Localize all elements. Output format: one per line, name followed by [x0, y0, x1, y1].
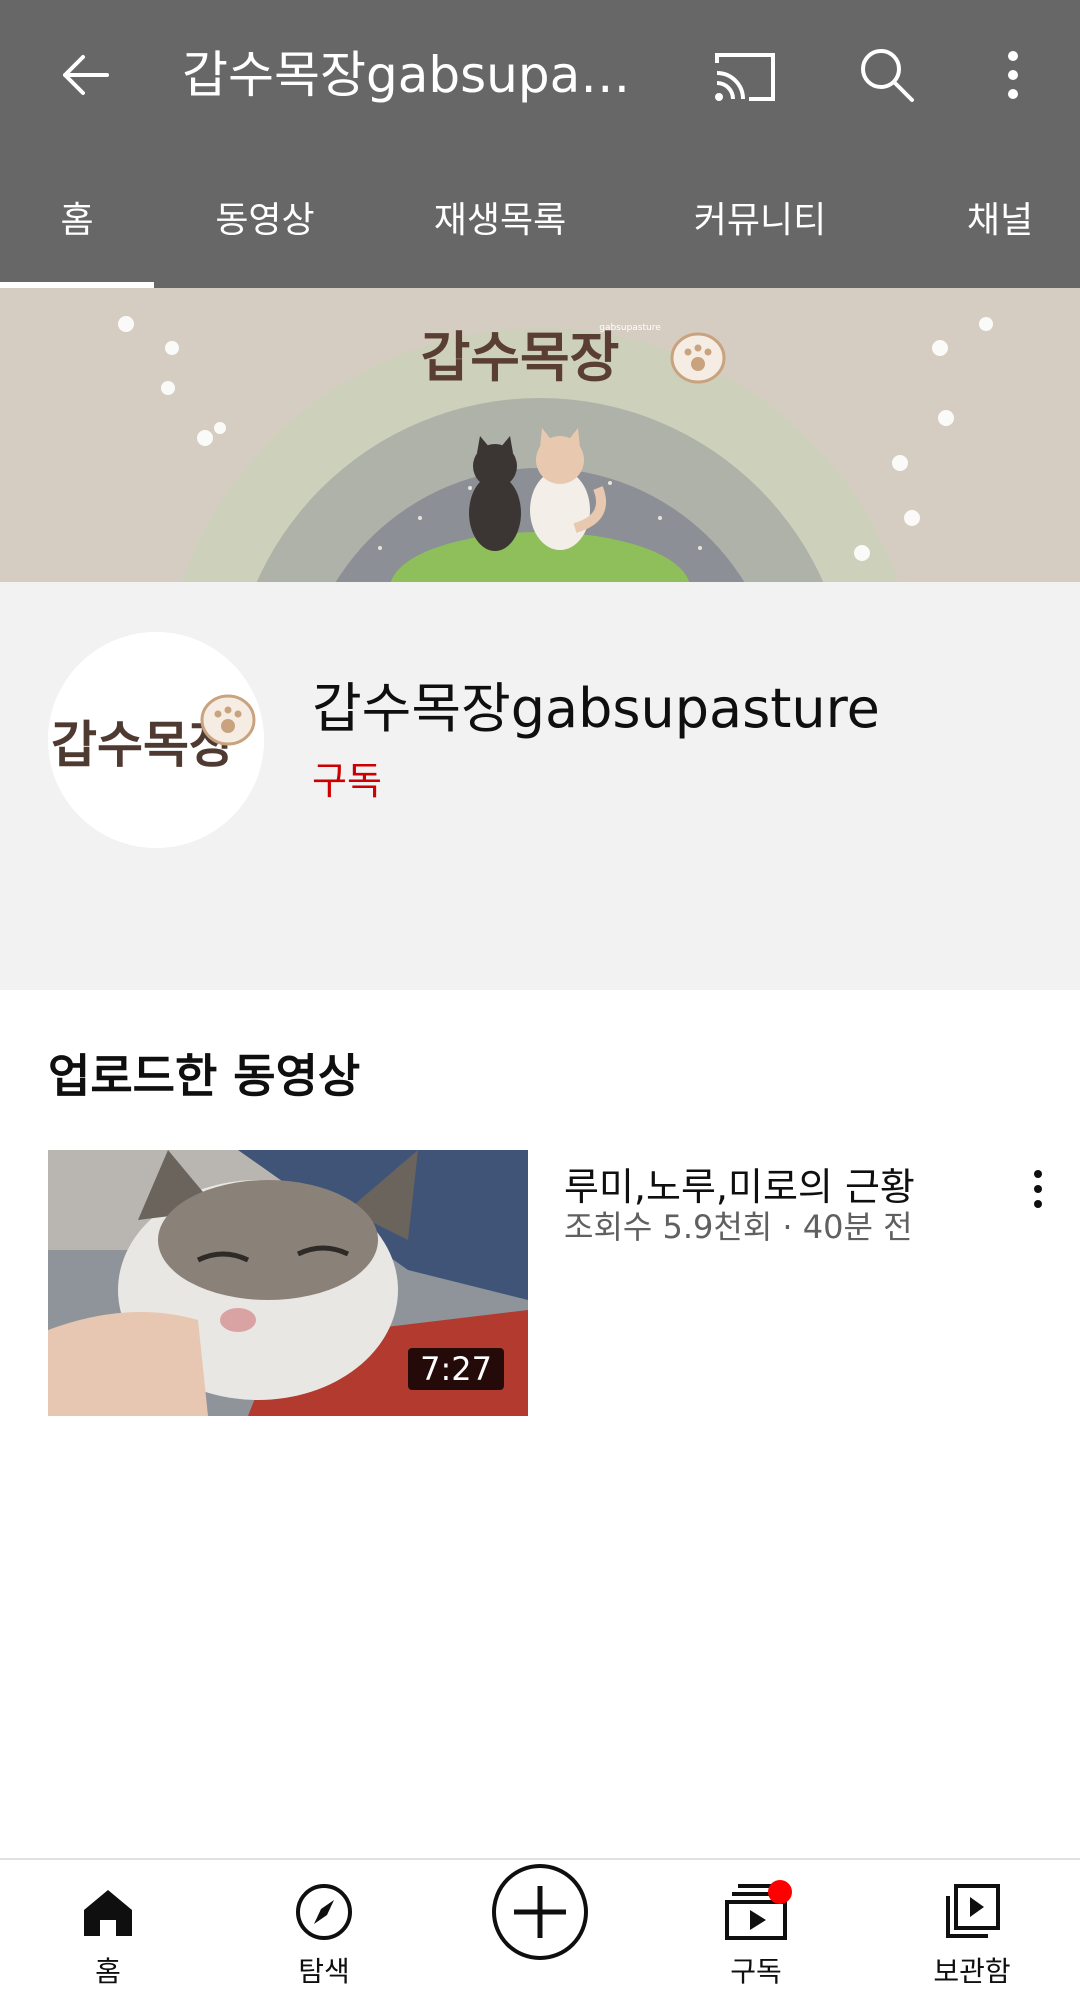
tab-channels[interactable]: 채널 — [930, 146, 1070, 288]
tab-community[interactable]: 커뮤니티 — [670, 146, 850, 288]
tab-home[interactable]: 홈 — [0, 146, 154, 288]
video-thumbnail[interactable]: 7:27 — [48, 1150, 528, 1416]
tab-videos[interactable]: 동영상 — [190, 146, 340, 288]
tab-playlists[interactable]: 재생목록 — [410, 146, 590, 288]
banner-art: 갑수목장 gabsupasture — [0, 288, 1080, 582]
cast-icon — [715, 53, 775, 101]
video-more-button[interactable] — [1016, 1154, 1060, 1224]
channel-name: 갑수목장gabsupasture — [312, 677, 880, 740]
bottom-navigation: 홈 탐색 구독 보관함 — [0, 1858, 1080, 2004]
nav-explore-label: 탐색 — [298, 1955, 350, 1988]
banner-logo-text: 갑수목장 — [421, 326, 620, 389]
video-duration: 7:27 — [408, 1348, 504, 1390]
avatar-logo: 갑수목장 — [48, 632, 264, 848]
search-button[interactable] — [842, 30, 932, 120]
video-list-item[interactable]: 7:27 루미,노루,미로의 근황 조회수 5.9천회 · 40분 전 — [0, 1150, 1080, 1416]
subscribe-button[interactable]: 구독 — [312, 750, 382, 805]
back-button[interactable] — [40, 30, 130, 120]
channel-avatar[interactable]: 갑수목장 — [48, 632, 264, 848]
library-icon — [946, 1884, 1000, 1938]
nav-home[interactable]: 홈 — [18, 1860, 198, 2004]
cast-button[interactable] — [700, 36, 790, 116]
nav-subscriptions-label: 구독 — [730, 1955, 782, 1988]
channel-banner: 갑수목장 gabsupasture — [0, 288, 1080, 582]
channel-title: 갑수목장gabsupa… — [182, 46, 631, 104]
video-meta: 조회수 5.9천회 · 40분 전 — [564, 1208, 913, 1246]
app-bar-row: 갑수목장gabsupa… — [0, 0, 1080, 146]
notification-dot — [768, 1880, 792, 1904]
channel-tabs: 홈 동영상 재생목록 커뮤니티 채널 — [0, 146, 1080, 288]
compass-icon — [296, 1884, 352, 1940]
nav-create[interactable] — [450, 1860, 630, 2004]
channel-header: 갑수목장 갑수목장gabsupasture 구독 — [0, 582, 1080, 990]
nav-explore[interactable]: 탐색 — [234, 1860, 414, 2004]
app-bar: 갑수목장gabsupa… 홈 동영상 재생목록 커뮤니티 채널 — [0, 0, 1080, 288]
nav-home-label: 홈 — [95, 1955, 121, 1988]
search-icon — [861, 49, 914, 102]
arrow-left-icon — [63, 55, 109, 95]
banner-logo-small-text: gabsupasture — [599, 323, 661, 333]
nav-library[interactable]: 보관함 — [882, 1860, 1062, 2004]
more-options-button[interactable] — [988, 30, 1038, 120]
more-vert-icon — [1008, 51, 1018, 99]
create-icon — [492, 1864, 588, 1960]
nav-library-label: 보관함 — [933, 1955, 1011, 1988]
more-vert-icon — [1034, 1170, 1042, 1208]
home-icon — [84, 1890, 132, 1936]
uploads-section-title: 업로드한 동영상 — [48, 1049, 361, 1103]
nav-subscriptions[interactable]: 구독 — [666, 1860, 846, 2004]
